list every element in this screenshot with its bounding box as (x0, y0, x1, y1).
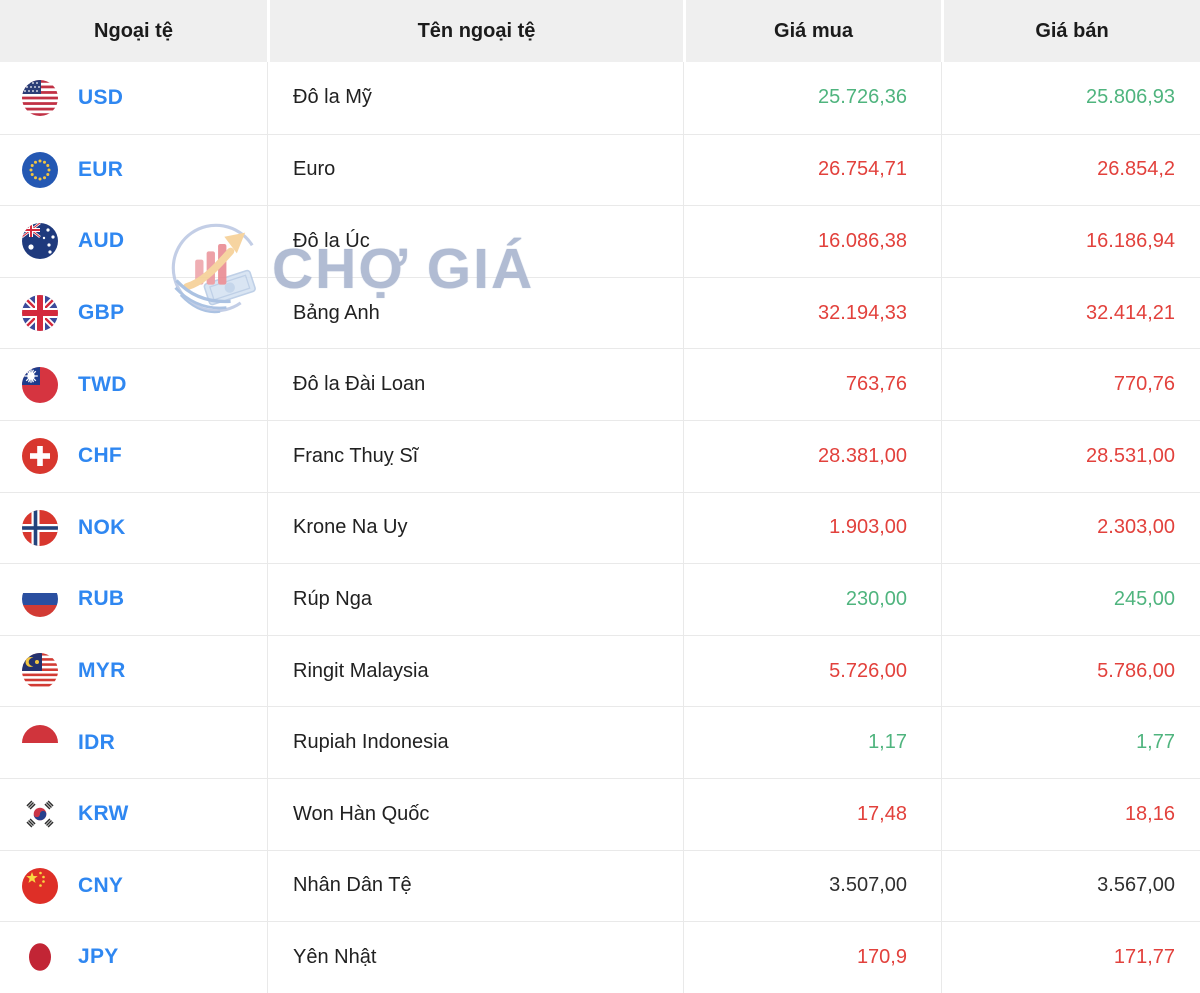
chf-flag-icon (22, 438, 58, 475)
twd-flag-icon (22, 366, 58, 403)
currency-cell: EUR (0, 133, 267, 206)
currency-row: RUB Rúp Nga 230,00 245,00 (0, 563, 1200, 635)
buy-price: 25.726,36 (683, 62, 941, 134)
currency-cell: IDR (0, 706, 267, 778)
buy-price: 17,48 (683, 777, 941, 850)
currency-name: Bảng Anh (267, 276, 683, 349)
currency-cell: JPY (0, 921, 267, 993)
currency-code[interactable]: MYR (78, 659, 126, 683)
sell-price: 770,76 (941, 348, 1200, 420)
currency-cell: RUB (0, 563, 267, 635)
sell-price: 2.303,00 (941, 491, 1200, 564)
jpy-flag-icon (22, 939, 58, 976)
sell-price: 245,00 (941, 563, 1200, 635)
table-header-row: Ngoại tệ Tên ngoại tệ Giá mua Giá bán (0, 0, 1200, 62)
currency-code[interactable]: JPY (78, 945, 119, 969)
currency-row: NOK Krone Na Uy 1.903,00 2.303,00 (0, 491, 1200, 564)
sell-price: 3.567,00 (941, 849, 1200, 922)
sell-price: 32.414,21 (941, 276, 1200, 349)
rub-flag-icon (22, 581, 58, 618)
currency-cell: CNY (0, 849, 267, 922)
currency-name: Nhân Dân Tệ (267, 849, 683, 922)
currency-code[interactable]: EUR (78, 158, 123, 182)
currency-row: USD Đô la Mỹ 25.726,36 25.806,93 (0, 62, 1200, 134)
currency-name: Krone Na Uy (267, 491, 683, 564)
currency-row: CNY Nhân Dân Tệ 3.507,00 3.567,00 (0, 849, 1200, 922)
currency-code[interactable]: KRW (78, 802, 129, 826)
buy-price: 3.507,00 (683, 849, 941, 922)
sell-price: 26.854,2 (941, 133, 1200, 206)
currency-name: Đô la Mỹ (267, 62, 683, 134)
currency-code[interactable]: CHF (78, 444, 122, 468)
eur-flag-icon (22, 151, 58, 188)
sell-price: 18,16 (941, 777, 1200, 850)
currency-cell: GBP (0, 276, 267, 349)
currency-row: AUD Đô la Úc 16.086,38 16.186,94 (0, 205, 1200, 277)
buy-price: 32.194,33 (683, 276, 941, 349)
sell-price: 28.531,00 (941, 419, 1200, 492)
currency-code[interactable]: CNY (78, 874, 123, 898)
buy-price: 16.086,38 (683, 205, 941, 277)
currency-row: EUR Euro 26.754,71 26.854,2 (0, 133, 1200, 206)
usd-flag-icon (22, 79, 58, 116)
currency-cell: TWD (0, 348, 267, 420)
buy-price: 26.754,71 (683, 133, 941, 206)
currency-name: Đô la Đài Loan (267, 348, 683, 420)
gbp-flag-icon (22, 295, 58, 332)
currency-row: GBP Bảng Anh 32.194,33 32.414,21 (0, 276, 1200, 349)
header-cell-currency: Ngoại tệ (0, 0, 267, 62)
currency-code[interactable]: USD (78, 86, 123, 110)
currency-code[interactable]: AUD (78, 229, 124, 253)
currency-code[interactable]: GBP (78, 301, 124, 325)
idr-flag-icon (22, 724, 58, 761)
sell-price: 25.806,93 (941, 62, 1200, 134)
currency-cell: CHF (0, 419, 267, 492)
currency-name: Franc Thuỵ Sĩ (267, 419, 683, 492)
currency-row: IDR Rupiah Indonesia 1,17 1,77 (0, 706, 1200, 778)
cny-flag-icon (22, 867, 58, 904)
currency-name: Ringit Malaysia (267, 634, 683, 707)
buy-price: 230,00 (683, 563, 941, 635)
currency-code[interactable]: RUB (78, 587, 124, 611)
currency-row: JPY Yên Nhật 170,9 171,77 (0, 921, 1200, 993)
sell-price: 16.186,94 (941, 205, 1200, 277)
aud-flag-icon (22, 223, 58, 260)
table-body: USD Đô la Mỹ 25.726,36 25.806,93 EUR Eur… (0, 62, 1200, 993)
currency-cell: KRW (0, 777, 267, 850)
buy-price: 5.726,00 (683, 634, 941, 707)
currency-row: CHF Franc Thuỵ Sĩ 28.381,00 28.531,00 (0, 419, 1200, 492)
currency-row: TWD Đô la Đài Loan 763,76 770,76 (0, 348, 1200, 420)
currency-code[interactable]: TWD (78, 373, 127, 397)
nok-flag-icon (22, 509, 58, 546)
krw-flag-icon (22, 796, 58, 833)
currency-name: Euro (267, 133, 683, 206)
sell-price: 5.786,00 (941, 634, 1200, 707)
buy-price: 763,76 (683, 348, 941, 420)
currency-row: KRW Won Hàn Quốc 17,48 18,16 (0, 777, 1200, 850)
currency-name: Rúp Nga (267, 563, 683, 635)
buy-price: 170,9 (683, 921, 941, 993)
buy-price: 1.903,00 (683, 491, 941, 564)
header-cell-buy-price: Giá mua (683, 0, 941, 62)
buy-price: 1,17 (683, 706, 941, 778)
currency-cell: USD (0, 62, 267, 134)
currency-row: MYR Ringit Malaysia 5.726,00 5.786,00 (0, 634, 1200, 707)
currency-name: Rupiah Indonesia (267, 706, 683, 778)
currency-code[interactable]: IDR (78, 731, 115, 755)
myr-flag-icon (22, 653, 58, 690)
sell-price: 1,77 (941, 706, 1200, 778)
sell-price: 171,77 (941, 921, 1200, 993)
currency-name: Won Hàn Quốc (267, 777, 683, 850)
currency-cell: MYR (0, 634, 267, 707)
currency-cell: NOK (0, 491, 267, 564)
currency-name: Yên Nhật (267, 921, 683, 993)
currency-cell: AUD (0, 205, 267, 277)
header-cell-currency-name: Tên ngoại tệ (267, 0, 683, 62)
header-cell-sell-price: Giá bán (941, 0, 1200, 62)
currency-name: Đô la Úc (267, 205, 683, 277)
buy-price: 28.381,00 (683, 419, 941, 492)
currency-rate-table-page: Ngoại tệ Tên ngoại tệ Giá mua Giá bán US… (0, 0, 1200, 993)
currency-code[interactable]: NOK (78, 516, 126, 540)
